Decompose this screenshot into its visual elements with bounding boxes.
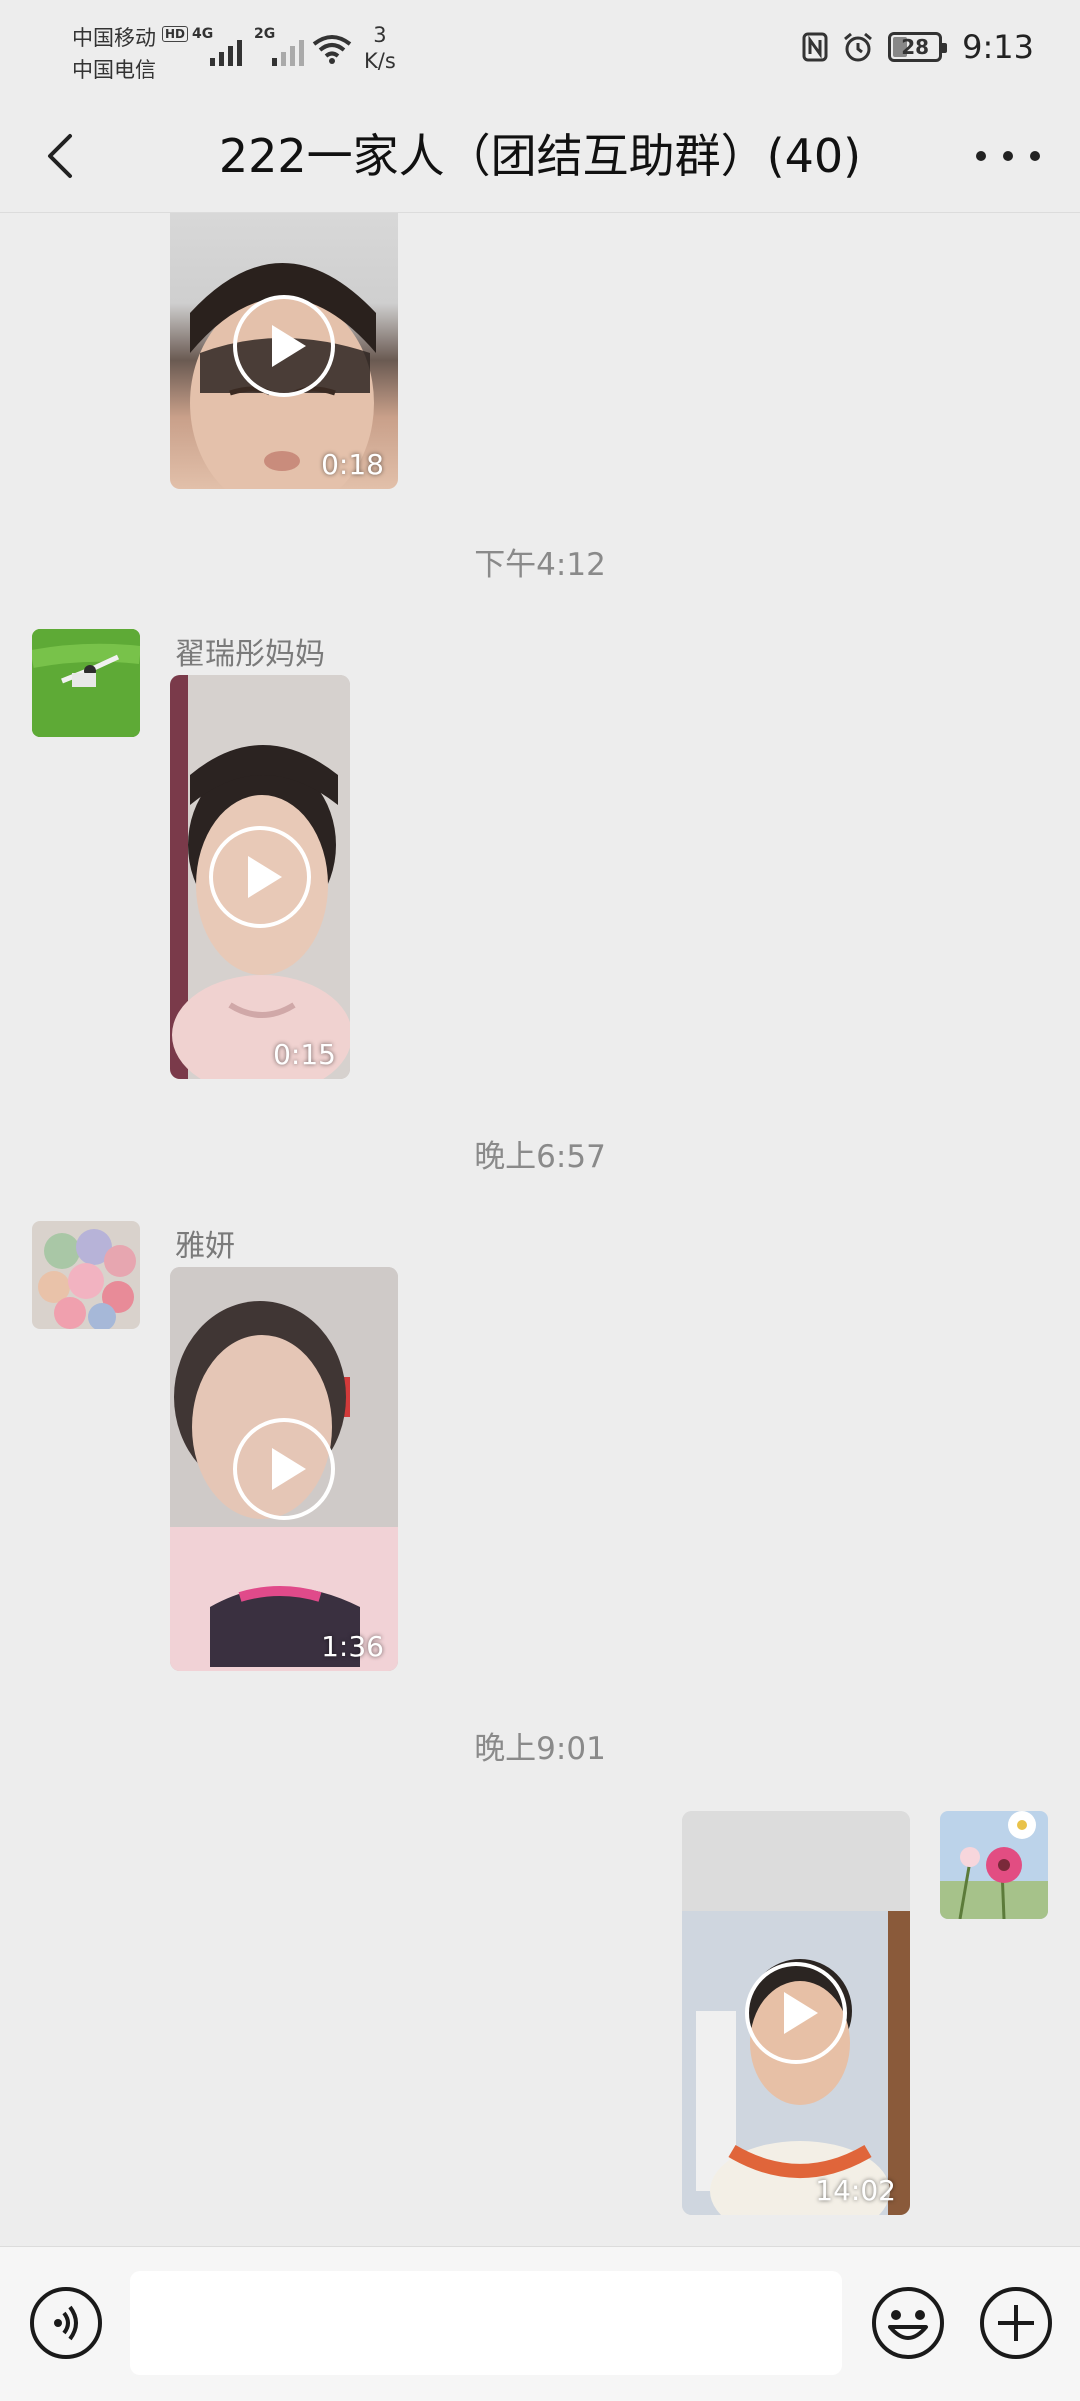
video-message-3[interactable]: 1:36 [170,1267,398,1671]
message-timestamp: 晚上6:57 [474,1139,606,1175]
avatar-image [32,1221,140,1329]
input-bar [0,2246,1080,2401]
network-speed-value: 3 [373,23,387,47]
network-speed: 3 K/s [364,22,396,74]
chat-title: 222一家人（团结互助群）(40) [218,129,862,183]
battery-level: 28 [901,35,930,59]
video-message-4[interactable]: 14:02 [682,1811,910,2215]
wifi-icon [312,35,352,64]
video-duration: 1:36 [321,1630,384,1663]
video-message-1[interactable]: 0:18 [170,213,398,489]
battery-icon: 28 [888,32,948,62]
message-input[interactable] [130,2271,842,2375]
play-icon [233,295,335,397]
status-bar: 中国移动 中国电信 HD 4G 2G 3 K/s 28 9:13 [0,0,1080,100]
avatar[interactable] [940,1811,1048,1919]
carrier-labels: 中国移动 中国电信 [72,22,156,86]
message-timestamp: 下午4:12 [474,547,606,583]
video-duration: 0:18 [321,448,384,481]
voice-input-button[interactable] [30,2287,102,2359]
message-timestamp: 晚上9:01 [474,1731,606,1767]
plus-icon[interactable] [978,2285,1054,2361]
hd-badge: HD [162,26,189,42]
network-speed-unit: K/s [364,49,396,73]
video-duration: 0:15 [273,1038,336,1071]
video-duration: 14:02 [815,2174,896,2207]
status-time: 9:13 [962,28,1034,66]
avatar[interactable] [32,1221,140,1329]
avatar-image [32,629,140,737]
message-list[interactable]: 0:18 下午4:12 翟瑞彤妈妈 0:15 晚上6:57 雅妍 1:36 晚上… [0,213,1080,2245]
play-icon [233,1418,335,1520]
play-icon [745,1962,847,2064]
carrier-2: 中国电信 [72,58,156,82]
sender-name: 翟瑞彤妈妈 [175,637,325,672]
nfc-icon [802,32,828,62]
chat-header: 222一家人（团结互助群）(40) [0,100,1080,213]
play-icon [209,826,311,928]
voice-icon [54,2305,78,2341]
avatar-image [940,1811,1048,1919]
more-options-icon[interactable] [976,138,1040,174]
alarm-icon [844,32,873,62]
sender-name: 雅妍 [175,1229,235,1264]
video-message-2[interactable]: 0:15 [170,675,350,1079]
carrier-1: 中国移动 [72,26,156,50]
emoji-icon[interactable] [870,2285,946,2361]
avatar[interactable] [32,629,140,737]
